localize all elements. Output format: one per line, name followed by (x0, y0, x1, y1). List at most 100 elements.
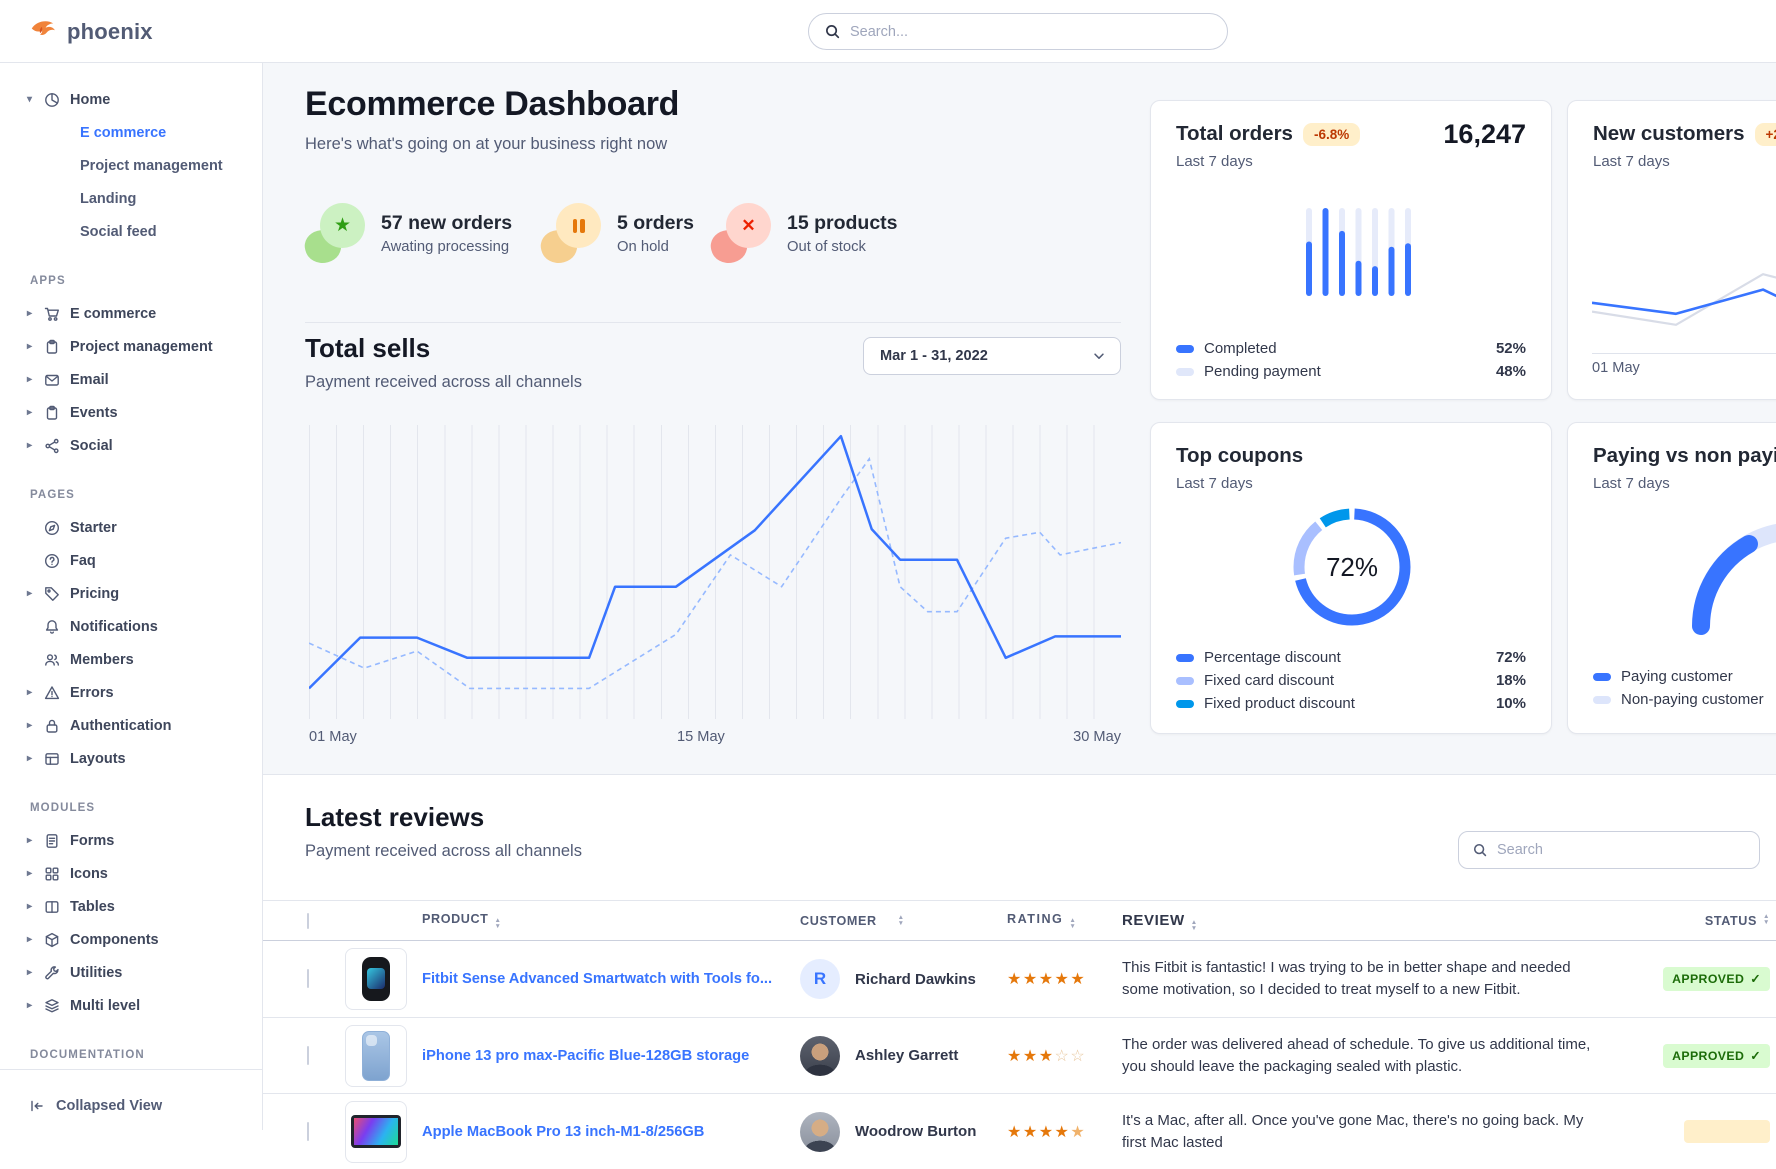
paying-legend: Paying customer Non-paying customer (1593, 665, 1776, 711)
row-checkbox[interactable] (307, 1046, 309, 1065)
date-range-select[interactable]: Mar 1 - 31, 2022 (863, 337, 1121, 375)
new-customers-axis (1592, 353, 1776, 354)
product-image-macbook[interactable] (345, 1101, 407, 1163)
total-orders-value: 16,247 (1443, 119, 1526, 150)
rating-stars: ★★★☆☆ (1007, 1046, 1122, 1066)
mail-icon (44, 372, 60, 388)
out-of-stock-x-icon: ✕ (711, 203, 771, 263)
columns-icon (44, 899, 60, 915)
sort-icon[interactable]: ▲▼ (898, 915, 905, 927)
layout-icon (44, 751, 60, 767)
stat-out-of-stock: ✕ 15 products Out of stock (711, 203, 898, 263)
row-checkbox[interactable] (307, 969, 309, 988)
collapse-sidebar-button[interactable]: Collapsed View (29, 1098, 162, 1114)
top-navbar: phoenix (0, 0, 1776, 63)
rating-stars: ★★★★★ (1007, 969, 1122, 989)
reviews-search[interactable] (1458, 831, 1760, 869)
sidebar-item-multi-level[interactable]: ▸ Multi level (0, 989, 262, 1022)
brand-name: phoenix (67, 19, 153, 45)
new-orders-star-icon: ★ (305, 203, 365, 263)
sidebar-item-utilities[interactable]: ▸ Utilities (0, 956, 262, 989)
global-search[interactable] (808, 13, 1228, 50)
paying-vs-nonpaying-card: Paying vs non paying Last 7 days Paying … (1567, 422, 1776, 734)
product-link[interactable]: iPhone 13 pro max-Pacific Blue-128GB sto… (422, 1048, 749, 1064)
product-image-fitbit[interactable] (345, 948, 407, 1010)
search-icon (825, 24, 840, 39)
layers-icon (44, 998, 60, 1014)
sidebar-item-authentication[interactable]: ▸ Authentication (0, 709, 262, 742)
product-image-iphone[interactable] (345, 1025, 407, 1087)
sidebar-item-home[interactable]: ▾ Home (0, 83, 262, 116)
sidebar-item-icons[interactable]: ▸ Icons (0, 857, 262, 890)
sidebar-item-pricing[interactable]: ▸ Pricing (0, 577, 262, 610)
coupons-donut-chart: 72% (1292, 507, 1412, 627)
brand-logo[interactable]: phoenix (28, 0, 153, 63)
sidebar-item-starter[interactable]: Starter (0, 511, 262, 544)
customer-name: Woodrow Burton (855, 1123, 976, 1140)
sidebar-item-notifications[interactable]: Notifications (0, 610, 262, 643)
collapse-icon (29, 1098, 45, 1114)
caret-right-icon: ▸ (27, 588, 44, 599)
row-checkbox[interactable] (307, 1122, 309, 1141)
sidebar-item-events[interactable]: ▸ Events (0, 396, 262, 429)
caret-right-icon: ▸ (27, 374, 44, 385)
lock-icon (44, 718, 60, 734)
caret-right-icon: ▸ (27, 1000, 44, 1011)
product-link[interactable]: Apple MacBook Pro 13 inch-M1-8/256GB (422, 1124, 704, 1140)
bell-icon (44, 619, 60, 635)
sidebar-item-errors[interactable]: ▸ Errors (0, 676, 262, 709)
select-all-checkbox[interactable] (307, 913, 309, 929)
sidebar-item-faq[interactable]: Faq (0, 544, 262, 577)
pie-chart-icon (44, 92, 60, 108)
avatar: R (800, 959, 840, 999)
sidebar-item-ecommerce-app[interactable]: ▸ E commerce (0, 297, 262, 330)
sidebar-item-tables[interactable]: ▸ Tables (0, 890, 262, 923)
caret-right-icon: ▸ (27, 901, 44, 912)
sort-icon[interactable]: ▲▼ (1763, 914, 1770, 928)
sidebar-item-social-feed[interactable]: Social feed (0, 215, 262, 248)
sidebar-item-ecommerce[interactable]: E commerce (0, 116, 262, 149)
sidebar: ▾ Home E commerce Project management Lan… (0, 63, 263, 1130)
phoenix-logo-icon (28, 17, 58, 47)
reviews-subtitle: Payment received across all channels (305, 842, 582, 861)
reviews-table-header: PRODUCT▲▼ CUSTOMER▲▼ RATING▲▼ REVIEW▲▼ S… (263, 900, 1776, 941)
on-hold-pause-icon (541, 203, 601, 263)
total-orders-legend: Completed52% Pending payment48% (1176, 337, 1526, 383)
sidebar-item-label: Home (70, 92, 110, 108)
caret-right-icon: ▸ (27, 835, 44, 846)
review-text: It's a Mac, after all. Once you've gone … (1122, 1110, 1640, 1154)
new-customers-card: New customers +26.5% Last 7 days 01 May (1567, 100, 1776, 400)
reviews-title: Latest reviews (305, 802, 484, 833)
sidebar-item-email[interactable]: ▸ Email (0, 363, 262, 396)
total-sells-chart (309, 425, 1121, 719)
sidebar-item-social[interactable]: ▸ Social (0, 429, 262, 462)
caret-right-icon: ▸ (27, 687, 44, 698)
sidebar-item-landing[interactable]: Landing (0, 182, 262, 215)
product-link[interactable]: Fitbit Sense Advanced Smartwatch with To… (422, 971, 772, 987)
grid-icon (44, 866, 60, 882)
total-orders-badge: -6.8% (1303, 123, 1360, 146)
sidebar-item-project-management[interactable]: Project management (0, 149, 262, 182)
sidebar-item-forms[interactable]: ▸ Forms (0, 824, 262, 857)
sidebar-item-members[interactable]: Members (0, 643, 262, 676)
search-input[interactable] (850, 24, 1211, 40)
caret-right-icon: ▸ (27, 720, 44, 731)
sidebar-section-pages: PAGES (0, 479, 262, 511)
sort-icon[interactable]: ▲▼ (494, 918, 501, 930)
sidebar-section-apps: APPS (0, 265, 262, 297)
avatar (800, 1036, 840, 1076)
customer-name: Richard Dawkins (855, 971, 976, 988)
reviews-search-input[interactable] (1497, 842, 1745, 858)
coupons-legend: Percentage discount72% Fixed card discou… (1176, 646, 1526, 715)
sidebar-item-project-management-app[interactable]: ▸ Project management (0, 330, 262, 363)
sidebar-item-components[interactable]: ▸ Components (0, 923, 262, 956)
new-customers-line-chart (1592, 239, 1776, 349)
latest-reviews-section: Latest reviews Payment received across a… (263, 776, 1776, 1130)
sidebar-section-documentation: DOCUMENTATION (0, 1039, 262, 1071)
sort-icon[interactable]: ▲▼ (1069, 918, 1077, 930)
caret-down-icon: ▾ (27, 94, 44, 105)
sidebar-item-layouts[interactable]: ▸ Layouts (0, 742, 262, 775)
sort-icon[interactable]: ▲▼ (1191, 920, 1198, 932)
stat-orders-on-hold: 5 orders On hold (541, 203, 694, 263)
page-title: Ecommerce Dashboard (305, 85, 679, 124)
